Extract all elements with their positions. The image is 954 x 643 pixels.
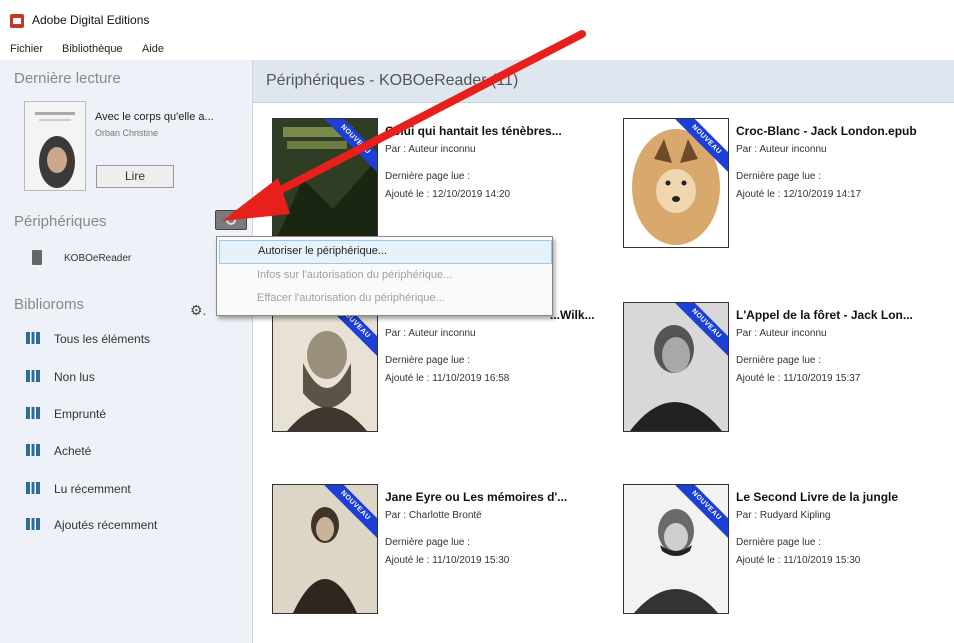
book-added-date: Ajouté le : 11/10/2019 15:37 (736, 373, 861, 384)
bookshelf-icon (26, 332, 40, 344)
gear-icon[interactable]: ⚙. (190, 302, 206, 319)
sidebar-item-unread[interactable]: Non lus (20, 368, 240, 388)
book-cover: NOUVEAU (623, 302, 729, 432)
menu-file[interactable]: Fichier (10, 43, 43, 55)
app-title: Adobe Digital Editions (32, 13, 150, 27)
gear-icon (226, 215, 236, 225)
sidebar-item-recently-read[interactable]: Lu récemment (20, 480, 240, 500)
sidebar-item-label: Lu récemment (54, 482, 131, 496)
book-card[interactable]: NOUVEAU Le Second Livre de la jungle Par… (623, 484, 953, 624)
sidebar-item-borrowed[interactable]: Emprunté (20, 405, 240, 425)
book-card[interactable]: NOUVEAU Jane Eyre ou Les mémoires d'... … (272, 484, 602, 624)
device-gear-button[interactable] (215, 210, 247, 230)
app-logo-icon (10, 14, 24, 28)
sidebar-item-label: Emprunté (54, 407, 107, 421)
last-read-author: Orban Christine (95, 128, 159, 138)
book-last-page: Dernière page lue : (736, 355, 822, 366)
devices-heading: Périphériques (14, 213, 107, 230)
book-title: Jane Eyre ou Les mémoires d'... (385, 490, 568, 504)
book-added-date: Ajouté le : 12/10/2019 14:20 (385, 189, 511, 200)
sidebar-item-label: Ajoutés récemment (54, 518, 158, 532)
book-cover: NOUVEAU (272, 484, 378, 614)
bookshelf-icon (26, 444, 40, 456)
title-bar: Adobe Digital Editions (0, 0, 954, 40)
book-added-date: Ajouté le : 11/10/2019 16:58 (385, 373, 510, 384)
last-read-cover[interactable] (24, 101, 86, 191)
book-added-date: Ajouté le : 12/10/2019 14:17 (736, 189, 862, 200)
sidebar-item-purchased[interactable]: Acheté (20, 442, 240, 462)
book-cover: NOUVEAU (623, 484, 729, 614)
bookshelf-icon (26, 407, 40, 419)
book-author: Par : Rudyard Kipling (736, 510, 831, 521)
book-author: Par : Auteur inconnu (385, 328, 476, 339)
book-cover: NOUVEAU (272, 118, 378, 248)
menu-library[interactable]: Bibliothèque (62, 43, 123, 55)
sidebar-item-kobo[interactable]: KOBOeReader (0, 237, 252, 273)
book-added-date: Ajouté le : 11/10/2019 15:30 (736, 555, 861, 566)
book-last-page: Dernière page lue : (385, 171, 471, 182)
menu-item-clear-authorization[interactable]: Effacer l'autorisation du périphérique..… (219, 288, 550, 310)
content-header: Périphériques - KOBOeReader (11) (253, 60, 954, 103)
book-title: ...Wilk... (550, 308, 595, 322)
book-author: Par : Auteur inconnu (736, 144, 827, 155)
menu-item-authorize-device[interactable]: Autoriser le périphérique... (219, 240, 552, 264)
menu-item-label: Effacer l'autorisation du périphérique..… (257, 292, 445, 304)
book-added-date: Ajouté le : 11/10/2019 15:30 (385, 555, 510, 566)
device-icon (32, 250, 42, 265)
sidebar-item-label: Acheté (54, 444, 92, 458)
menu-help[interactable]: Aide (142, 43, 164, 55)
book-last-page: Dernière page lue : (385, 355, 471, 366)
last-read-title[interactable]: Avec le corps qu'elle a... (95, 111, 214, 123)
bookshelf-icon (26, 518, 40, 530)
book-title: L'Appel de la fôret - Jack Lon... (736, 308, 913, 322)
menu-bar: Fichier Bibliothèque Aide (0, 40, 954, 60)
sidebar-item-all[interactable]: Tous les éléments (20, 330, 240, 350)
page-title: Périphériques - KOBOeReader (11) (266, 72, 519, 89)
book-author: Par : Auteur inconnu (736, 328, 827, 339)
bookshelf-icon (26, 482, 40, 494)
menu-item-label: Autoriser le périphérique... (258, 245, 388, 257)
book-last-page: Dernière page lue : (736, 537, 822, 548)
device-label: KOBOeReader (64, 253, 132, 264)
book-cover: NOUVEAU (272, 302, 378, 432)
menu-item-authorization-info[interactable]: Infos sur l'autorisation du périphérique… (219, 265, 550, 287)
device-context-menu: Autoriser le périphérique... Infos sur l… (216, 236, 553, 316)
book-last-page: Dernière page lue : (385, 537, 471, 548)
bibliorooms-heading: Biblioroms (14, 296, 85, 313)
book-author: Par : Charlotte Brontë (385, 510, 482, 521)
book-title: Croc-Blanc - Jack London.epub (736, 124, 917, 138)
book-author: Par : Auteur inconnu (385, 144, 476, 155)
sidebar-item-recently-added[interactable]: Ajoutés récemment (20, 516, 240, 536)
book-card[interactable]: NOUVEAU L'Appel de la fôret - Jack Lon..… (623, 302, 953, 442)
last-read-heading: Dernière lecture (14, 70, 121, 87)
bookshelf-icon (26, 370, 40, 382)
book-card[interactable]: NOUVEAU ...Wilk... Par : Auteur inconnu … (272, 302, 602, 442)
book-cover: NOUVEAU (623, 118, 729, 248)
sidebar-item-label: Non lus (54, 370, 95, 384)
menu-item-label: Infos sur l'autorisation du périphérique… (257, 269, 453, 281)
book-title: Celui qui hantait les ténèbres... (385, 124, 562, 138)
read-button[interactable]: Lire (96, 165, 174, 188)
sidebar-item-label: Tous les éléments (54, 332, 151, 346)
book-last-page: Dernière page lue : (736, 171, 822, 182)
book-card[interactable]: NOUVEAU Croc-Blanc - Jack London.epub Pa… (623, 118, 953, 258)
book-title: Le Second Livre de la jungle (736, 490, 899, 504)
